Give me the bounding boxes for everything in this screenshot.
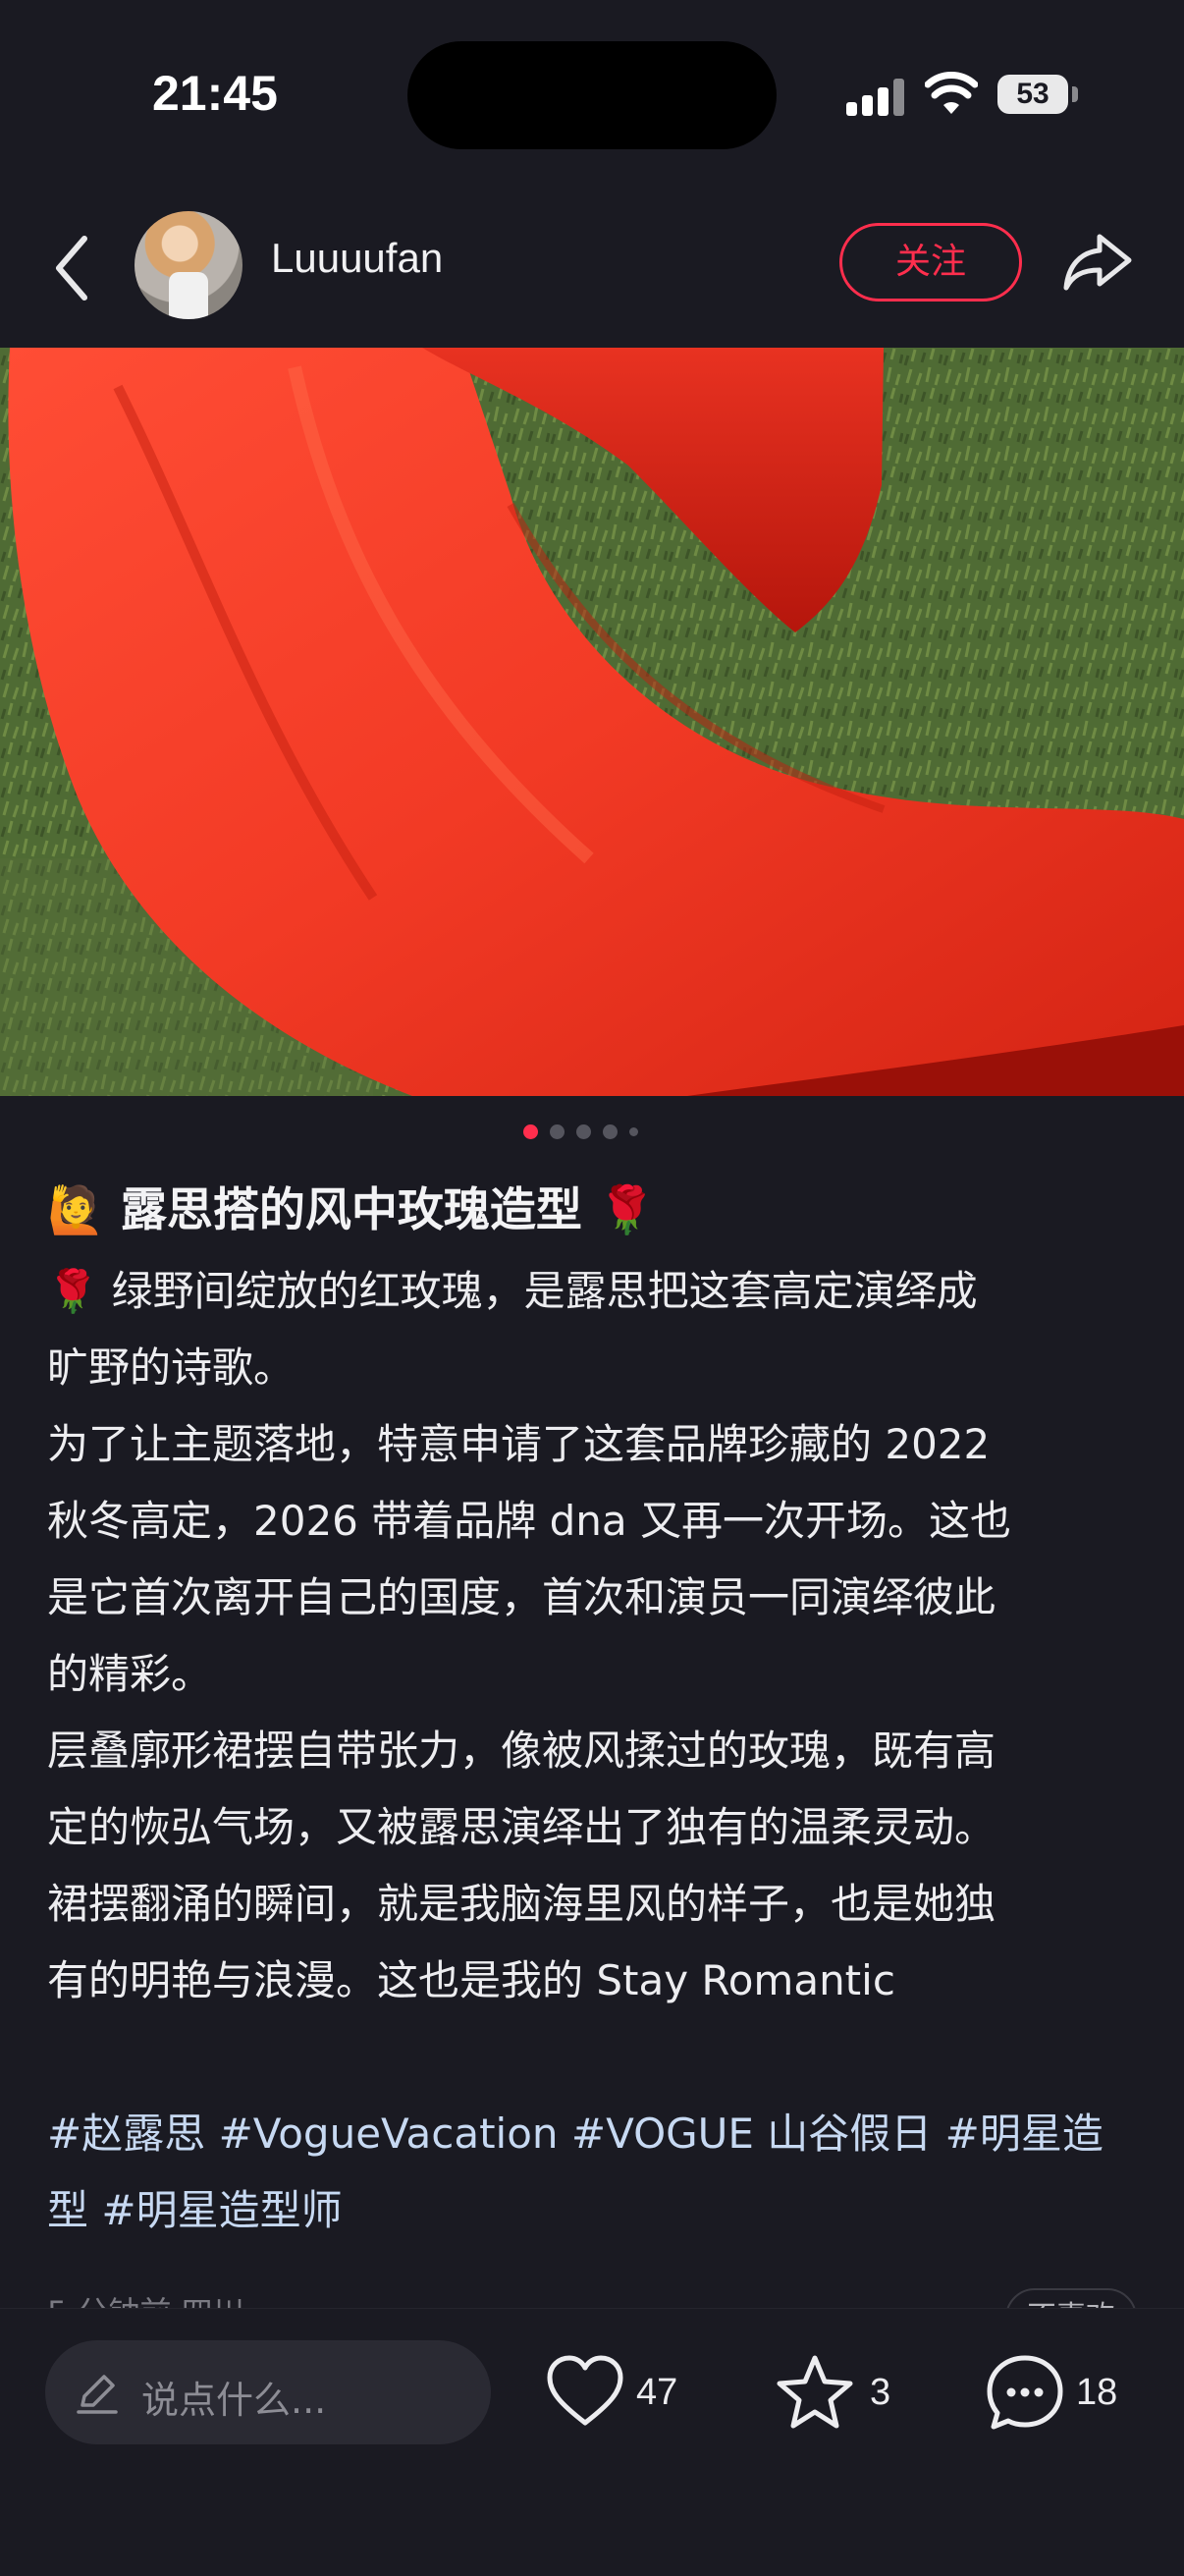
author-avatar[interactable] [135,211,242,319]
carousel-dot [576,1124,591,1139]
carousel-dot [603,1124,618,1139]
carousel-dot-active [523,1124,538,1139]
comment-count: 18 [1076,2372,1118,2413]
red-dress-photo [0,348,1184,1096]
share-icon[interactable] [1060,227,1135,298]
star-icon [777,2355,853,2429]
carousel-dot [629,1127,638,1136]
comment-bubble-icon [987,2355,1063,2430]
post-title: 🙋 露思搭的风中玫瑰造型 🌹 [47,1183,656,1237]
post-header: Luuuufan 关注 [0,192,1184,349]
follow-button[interactable]: 关注 [839,223,1022,301]
tag-vogue-valley-holiday[interactable]: #VOGUE 山谷假日 [571,2110,932,2158]
status-time: 21:45 [152,66,278,121]
comment-button[interactable]: 18 [986,2348,1133,2437]
status-bar: 21:45 53 [0,0,1184,187]
author-username[interactable]: Luuuufan [271,235,443,282]
favorite-button[interactable]: 3 [776,2348,903,2437]
battery-tip [1072,86,1078,102]
favorite-count: 3 [870,2372,891,2413]
comment-input[interactable]: 说点什么... [45,2340,491,2444]
tag-celebrity-stylist[interactable]: #明星造型师 [101,2186,342,2234]
battery-icon: 53 [997,75,1068,114]
back-arrow-icon[interactable] [43,229,102,307]
like-count: 47 [636,2372,678,2413]
post-body: 🌹 绿野间绽放的红玫瑰，是露思把这套高定演绎成 旷野的诗歌。 为了让主题落地，特… [47,1267,1011,2004]
tag-zhaolusi[interactable]: #赵露思 [47,2110,205,2158]
dynamic-island [407,41,777,149]
bottom-action-bar: 说点什么... 47 3 18 [0,2308,1184,2576]
cellular-signal-icon [846,79,905,116]
carousel-dot [550,1124,565,1139]
comment-placeholder: 说点什么... [141,2379,327,2422]
tag-voguevacation[interactable]: #VogueVacation [219,2110,559,2158]
pencil-icon [77,2375,118,2414]
post-tags: #赵露思 #VogueVacation #VOGUE 山谷假日 #明星造型 #明… [47,2096,1137,2249]
like-button[interactable]: 47 [546,2348,693,2437]
wifi-icon [925,72,978,114]
post-content: 🙋 露思搭的风中玫瑰造型 🌹 🌹 绿野间绽放的红玫瑰，是露思把这套高定演绎成 旷… [47,1169,1137,2249]
heart-icon [547,2355,623,2426]
post-photo[interactable] [0,348,1184,1096]
